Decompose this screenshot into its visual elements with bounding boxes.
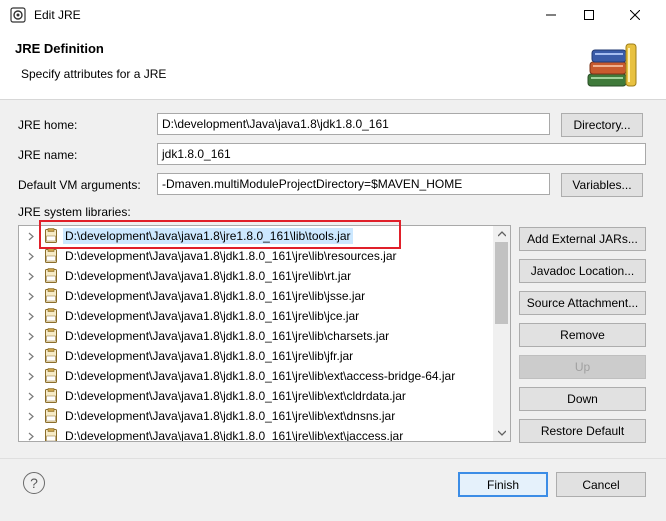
chevron-right-icon[interactable]: [21, 326, 41, 346]
jre-libraries-list[interactable]: D:\development\Java\java1.8\jre1.8.0_161…: [18, 225, 511, 442]
maximize-button[interactable]: [566, 0, 612, 30]
list-item[interactable]: D:\development\Java\java1.8\jdk1.8.0_161…: [19, 286, 495, 306]
library-path-label: D:\development\Java\java1.8\jdk1.8.0_161…: [65, 249, 397, 263]
directory-button[interactable]: Directory...: [561, 113, 643, 137]
chevron-right-icon[interactable]: [21, 426, 41, 441]
chevron-right-icon[interactable]: [21, 306, 41, 326]
cancel-button[interactable]: Cancel: [556, 472, 646, 497]
variables-button[interactable]: Variables...: [561, 173, 643, 197]
library-path-label: D:\development\Java\java1.8\jdk1.8.0_161…: [65, 289, 366, 303]
jre-home-label: JRE home:: [18, 118, 78, 132]
list-item[interactable]: D:\development\Java\java1.8\jdk1.8.0_161…: [19, 306, 495, 326]
remove-button[interactable]: Remove: [519, 323, 646, 347]
chevron-right-icon[interactable]: [21, 266, 41, 286]
page-title: JRE Definition: [15, 41, 104, 56]
title-bar: Edit JRE: [0, 0, 666, 30]
library-path-label: D:\development\Java\java1.8\jdk1.8.0_161…: [65, 269, 352, 283]
chevron-right-icon[interactable]: [21, 366, 41, 386]
library-path-label: D:\development\Java\java1.8\jdk1.8.0_161…: [65, 309, 360, 323]
list-item[interactable]: D:\development\Java\java1.8\jdk1.8.0_161…: [19, 386, 495, 406]
page-subtitle: Specify attributes for a JRE: [21, 67, 167, 81]
jre-libraries-label: JRE system libraries:: [18, 205, 131, 219]
jre-name-label: JRE name:: [18, 148, 78, 162]
add-external-jars-button[interactable]: Add External JARs...: [519, 227, 646, 251]
jar-file-icon: [43, 428, 59, 441]
close-button[interactable]: [612, 0, 658, 30]
list-item[interactable]: D:\development\Java\java1.8\jdk1.8.0_161…: [19, 426, 495, 442]
jar-file-icon: [43, 308, 59, 324]
jar-file-icon: [43, 388, 59, 404]
source-attachment-button[interactable]: Source Attachment...: [519, 291, 646, 315]
scroll-up-arrow-icon[interactable]: [493, 226, 510, 242]
jar-file-icon: [43, 328, 59, 344]
chevron-right-icon[interactable]: [21, 346, 41, 366]
finish-button[interactable]: Finish: [458, 472, 548, 497]
window-title: Edit JRE: [34, 8, 81, 22]
jar-file-icon: [43, 268, 59, 284]
list-item[interactable]: D:\development\Java\java1.8\jdk1.8.0_161…: [19, 326, 495, 346]
chevron-right-icon[interactable]: [21, 246, 41, 266]
help-icon[interactable]: ?: [23, 472, 45, 494]
library-path-label: D:\development\Java\java1.8\jdk1.8.0_161…: [65, 429, 404, 442]
list-item[interactable]: D:\development\Java\java1.8\jdk1.8.0_161…: [19, 406, 495, 426]
jar-file-icon: [43, 368, 59, 384]
libraries-scrollbar[interactable]: [493, 226, 510, 441]
jar-file-icon: [43, 248, 59, 264]
restore-default-button[interactable]: Restore Default: [519, 419, 646, 443]
close-icon: [630, 10, 640, 20]
list-item[interactable]: D:\development\Java\java1.8\jdk1.8.0_161…: [19, 366, 495, 386]
jre-name-field[interactable]: jdk1.8.0_161: [157, 143, 646, 165]
down-button[interactable]: Down: [519, 387, 646, 411]
library-path-label: D:\development\Java\java1.8\jdk1.8.0_161…: [65, 349, 354, 363]
library-books-icon: [586, 40, 642, 92]
jre-home-field[interactable]: D:\development\Java\java1.8\jdk1.8.0_161: [157, 113, 550, 135]
annotation-highlight-box: [39, 220, 401, 249]
eclipse-app-icon: [10, 7, 26, 23]
header-banner: JRE Definition Specify attributes for a …: [0, 30, 666, 100]
chevron-right-icon[interactable]: [21, 286, 41, 306]
up-button[interactable]: Up: [519, 355, 646, 379]
list-item[interactable]: D:\development\Java\java1.8\jdk1.8.0_161…: [19, 346, 495, 366]
library-path-label: D:\development\Java\java1.8\jdk1.8.0_161…: [65, 369, 456, 383]
footer-separator: [0, 458, 666, 459]
maximize-icon: [584, 10, 594, 20]
jar-file-icon: [43, 408, 59, 424]
minimize-icon: [546, 14, 556, 16]
scrollbar-thumb[interactable]: [495, 242, 508, 324]
list-item[interactable]: D:\development\Java\java1.8\jdk1.8.0_161…: [19, 266, 495, 286]
jar-file-icon: [43, 348, 59, 364]
vm-args-field[interactable]: -Dmaven.multiModuleProjectDirectory=$MAV…: [157, 173, 550, 195]
scroll-down-arrow-icon[interactable]: [493, 425, 510, 441]
chevron-right-icon[interactable]: [21, 406, 41, 426]
list-item[interactable]: D:\development\Java\java1.8\jdk1.8.0_161…: [19, 246, 495, 266]
jar-file-icon: [43, 288, 59, 304]
library-path-label: D:\development\Java\java1.8\jdk1.8.0_161…: [65, 389, 406, 403]
chevron-right-icon[interactable]: [21, 386, 41, 406]
chevron-right-icon[interactable]: [21, 226, 41, 246]
library-path-label: D:\development\Java\java1.8\jdk1.8.0_161…: [65, 329, 390, 343]
vm-args-label: Default VM arguments:: [18, 178, 141, 192]
javadoc-location-button[interactable]: Javadoc Location...: [519, 259, 646, 283]
library-path-label: D:\development\Java\java1.8\jdk1.8.0_161…: [65, 409, 396, 423]
